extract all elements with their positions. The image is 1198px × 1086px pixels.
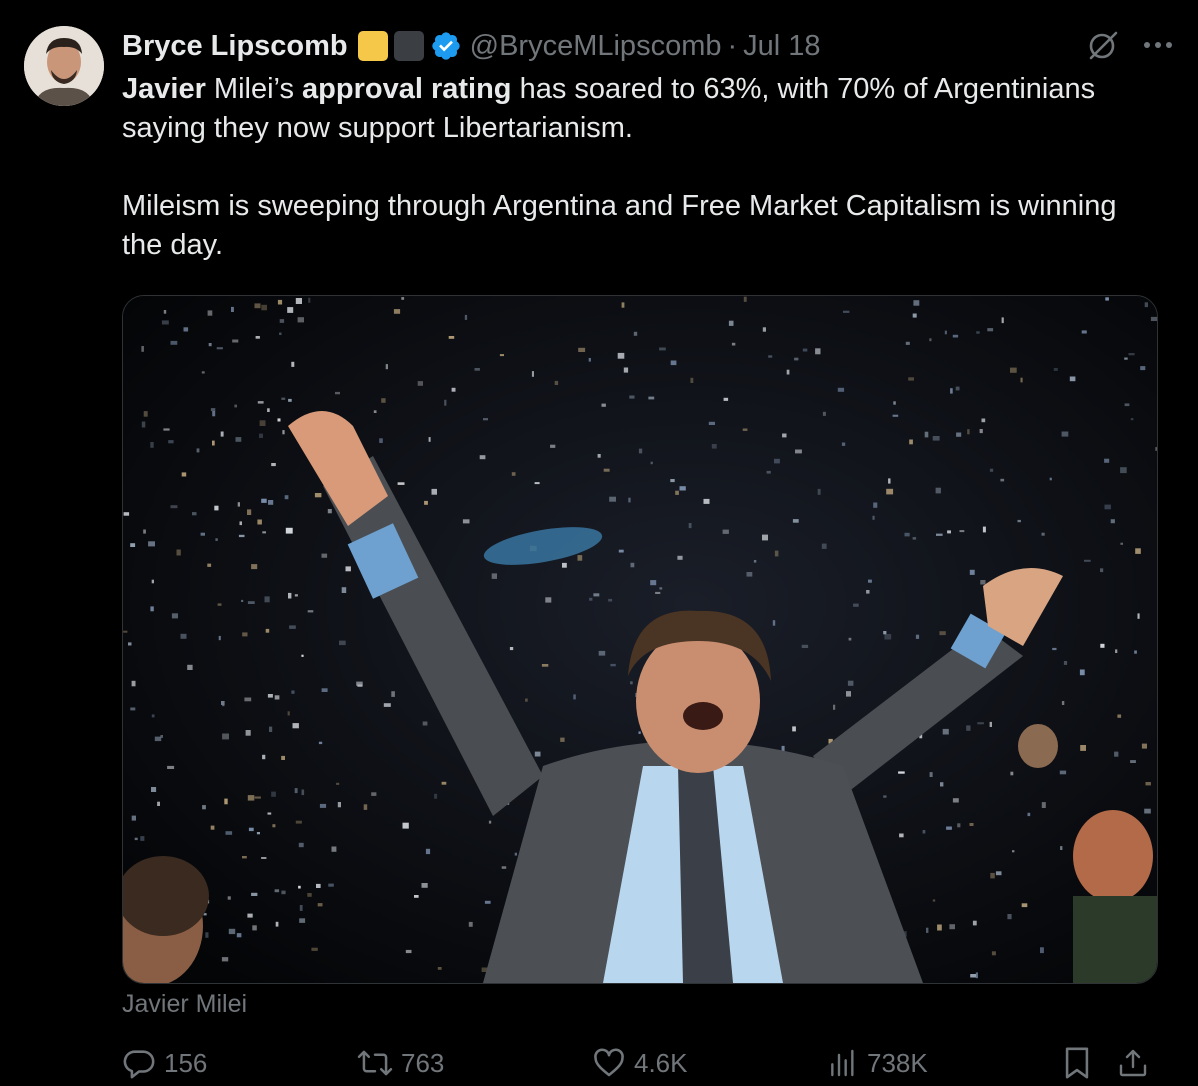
views-icon — [827, 1046, 859, 1080]
bookmark-icon — [1062, 1046, 1092, 1080]
post-date[interactable]: Jul 18 — [743, 30, 820, 63]
separator: · — [727, 29, 738, 62]
tweet-header: Bryce Lipscomb @BryceMLipscomb · Jul 18 — [122, 26, 1158, 66]
bold-javier: Javier — [122, 73, 206, 105]
tweet-text: Javier Milei’s approval rating has soare… — [122, 70, 1162, 265]
reply-count: 156 — [164, 1047, 208, 1078]
bookmark-button[interactable] — [1062, 1046, 1092, 1080]
tweet-actions: 156 763 4.6K 738K — [122, 1046, 1162, 1086]
views-button[interactable]: 738K — [827, 1046, 928, 1080]
reply-icon — [122, 1046, 156, 1080]
tweet-paragraph-1: Javier Milei’s approval rating has soare… — [122, 70, 1162, 148]
repost-button[interactable]: 763 — [357, 1046, 444, 1080]
like-icon — [592, 1046, 626, 1080]
like-button[interactable]: 4.6K — [592, 1046, 688, 1080]
author-handle[interactable]: @BryceMLipscomb — [470, 30, 722, 63]
views-count: 738K — [867, 1047, 928, 1078]
reply-button[interactable]: 156 — [122, 1046, 207, 1080]
avatar[interactable] — [24, 26, 104, 106]
affiliate-badge-dark — [393, 31, 424, 61]
text-segment: Milei’s — [205, 73, 303, 105]
media-caption: Javier Milei — [122, 990, 248, 1018]
like-count: 4.6K — [634, 1047, 688, 1078]
share-icon — [1117, 1046, 1149, 1080]
tweet-paragraph-2: Mileism is sweeping through Argentina an… — [122, 190, 1117, 261]
repost-icon — [357, 1046, 393, 1080]
share-button[interactable] — [1117, 1046, 1149, 1080]
repost-count: 763 — [401, 1047, 445, 1078]
author-name[interactable]: Bryce Lipscomb — [122, 30, 348, 63]
grok-icon[interactable] — [1086, 28, 1120, 62]
tweet: Bryce Lipscomb @BryceMLipscomb · Jul 18 — [0, 0, 1198, 1082]
tweet-photo[interactable] — [122, 295, 1158, 984]
header-actions — [1086, 28, 1174, 62]
more-icon[interactable] — [1142, 40, 1174, 50]
affiliate-badge — [357, 31, 388, 61]
bold-approval-rating: approval rating — [302, 73, 512, 105]
verified-icon — [430, 30, 462, 62]
